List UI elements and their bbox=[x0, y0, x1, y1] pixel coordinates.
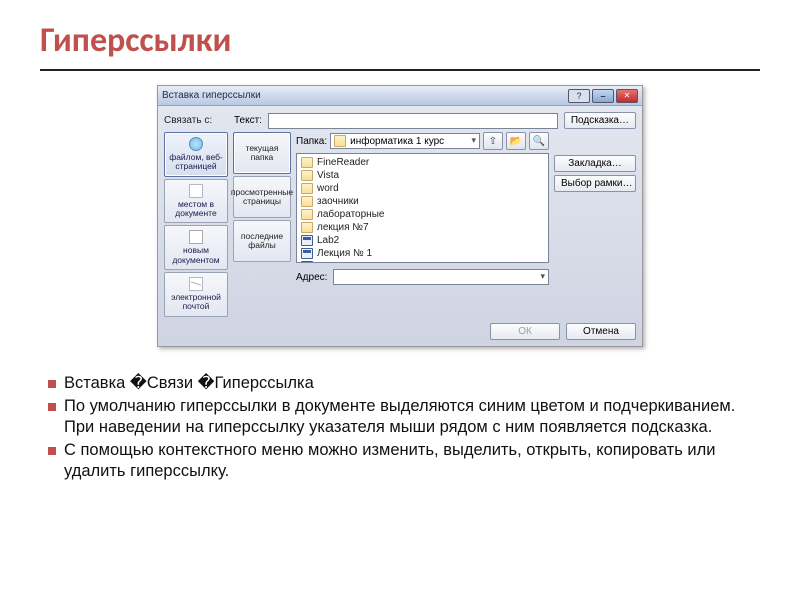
new-doc-icon bbox=[189, 230, 203, 244]
file-name: Лекция № 2 bbox=[317, 261, 372, 263]
slide-title: Гиперссылки bbox=[40, 20, 760, 61]
file-name: Lab2 bbox=[317, 235, 339, 246]
bookmark-button[interactable]: Закладка… bbox=[554, 155, 636, 172]
file-name: лекция №7 bbox=[317, 222, 369, 233]
center-panel: Папка: информатика 1 курс ⇧ 📂 🔍 FineRead… bbox=[296, 132, 549, 317]
cancel-button[interactable]: Отмена bbox=[566, 323, 636, 340]
file-name: FineReader bbox=[317, 157, 369, 168]
bullet-item: Вставка �Связи �Гиперссылка bbox=[46, 373, 760, 394]
tab-current-folder[interactable]: текущая папка bbox=[233, 132, 291, 174]
tab-email[interactable]: электронной почтой bbox=[164, 272, 228, 317]
folder-icon bbox=[301, 170, 313, 181]
browse-button[interactable]: 📂 bbox=[506, 132, 526, 150]
globe-icon bbox=[189, 137, 203, 151]
tooltip-button[interactable]: Подсказка… bbox=[564, 112, 636, 129]
address-input[interactable] bbox=[333, 269, 549, 285]
mail-icon bbox=[189, 277, 203, 291]
help-button[interactable] bbox=[568, 89, 590, 103]
ok-button[interactable]: ОК bbox=[490, 323, 560, 340]
link-to-tabs: файлом, веб-страницей местом в документе… bbox=[164, 132, 228, 317]
word-icon bbox=[301, 248, 313, 259]
tab-label: местом в документе bbox=[167, 200, 225, 219]
dialog-titlebar[interactable]: Вставка гиперссылки bbox=[158, 86, 642, 106]
tab-recent-files[interactable]: последние файлы bbox=[233, 220, 291, 262]
right-buttons: Закладка… Выбор рамки… bbox=[554, 132, 636, 317]
target-frame-button[interactable]: Выбор рамки… bbox=[554, 175, 636, 192]
list-item[interactable]: лекция №7 bbox=[301, 221, 544, 234]
folder-combo[interactable]: информатика 1 курс bbox=[330, 133, 480, 149]
file-name: Vista bbox=[317, 170, 339, 181]
dialog-title: Вставка гиперссылки bbox=[162, 90, 566, 101]
up-button[interactable]: ⇧ bbox=[483, 132, 503, 150]
text-label: Текст: bbox=[234, 115, 262, 126]
slide: Гиперссылки Вставка гиперссылки Связать … bbox=[0, 0, 800, 600]
word-icon bbox=[301, 235, 313, 246]
tab-label: новым документом bbox=[167, 246, 225, 265]
text-row: Связать с: Текст: Подсказка… bbox=[164, 112, 636, 129]
folder-value: информатика 1 курс bbox=[350, 136, 444, 147]
list-item[interactable]: FineReader bbox=[301, 156, 544, 169]
dialog-footer: ОК Отмена bbox=[164, 323, 636, 340]
hyperlink-dialog: Вставка гиперссылки Связать с: Текст: По… bbox=[157, 85, 643, 347]
address-label: Адрес: bbox=[296, 272, 327, 283]
close-button[interactable] bbox=[616, 89, 638, 103]
list-item[interactable]: word bbox=[301, 182, 544, 195]
list-item[interactable]: Vista bbox=[301, 169, 544, 182]
main-area: файлом, веб-страницей местом в документе… bbox=[164, 132, 636, 317]
list-item[interactable]: Лекция № 1 bbox=[301, 247, 544, 260]
list-item[interactable]: лабораторные bbox=[301, 208, 544, 221]
tab-label: электронной почтой bbox=[167, 293, 225, 312]
file-name: Лекция № 1 bbox=[317, 248, 372, 259]
folder-icon bbox=[301, 157, 313, 168]
folder-icon bbox=[301, 196, 313, 207]
text-input[interactable] bbox=[268, 113, 558, 129]
folder-icon bbox=[301, 183, 313, 194]
dialog-body: Связать с: Текст: Подсказка… файлом, веб… bbox=[158, 106, 642, 346]
document-icon bbox=[189, 184, 203, 198]
folder-icon bbox=[301, 222, 313, 233]
title-divider bbox=[40, 69, 760, 71]
tab-label: файлом, веб-страницей bbox=[167, 153, 225, 172]
list-item[interactable]: заочники bbox=[301, 195, 544, 208]
tab-browsed-pages[interactable]: просмотренные страницы bbox=[233, 176, 291, 218]
word-icon bbox=[301, 261, 313, 263]
browse-web-button[interactable]: 🔍 bbox=[529, 132, 549, 150]
tab-file-web[interactable]: файлом, веб-страницей bbox=[164, 132, 228, 177]
list-item[interactable]: Lab2 bbox=[301, 234, 544, 247]
bullet-item: С помощью контекстного меню можно измени… bbox=[46, 440, 760, 482]
link-to-label: Связать с: bbox=[164, 112, 228, 129]
folder-label: Папка: bbox=[296, 136, 327, 147]
file-name: заочники bbox=[317, 196, 359, 207]
minimize-button[interactable] bbox=[592, 89, 614, 103]
list-item[interactable]: Лекция № 2 bbox=[301, 260, 544, 263]
browse-tabs: текущая папка просмотренные страницы пос… bbox=[233, 132, 291, 317]
folder-icon bbox=[334, 135, 346, 147]
file-name: лабораторные bbox=[317, 209, 384, 220]
bullet-list: Вставка �Связи �Гиперссылка По умолчанию… bbox=[46, 373, 760, 483]
tab-place-in-doc[interactable]: местом в документе bbox=[164, 179, 228, 224]
address-row: Адрес: bbox=[296, 269, 549, 285]
tab-new-doc[interactable]: новым документом bbox=[164, 225, 228, 270]
file-list[interactable]: FineReader Vista word заочники лаборатор… bbox=[296, 153, 549, 263]
folder-row: Папка: информатика 1 курс ⇧ 📂 🔍 bbox=[296, 132, 549, 150]
folder-icon bbox=[301, 209, 313, 220]
bullet-item: По умолчанию гиперссылки в документе выд… bbox=[46, 396, 760, 438]
file-name: word bbox=[317, 183, 339, 194]
